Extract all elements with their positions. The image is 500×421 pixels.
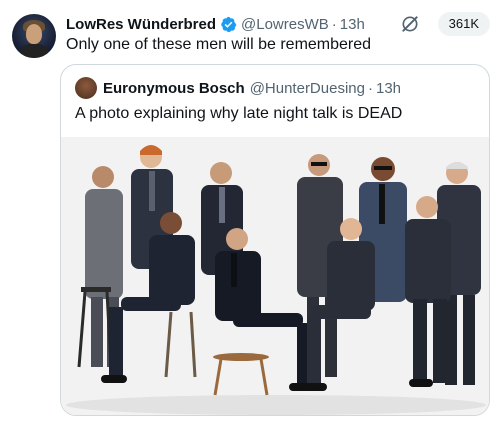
quoted-tweet-card[interactable]: Euronymous Bosch @HunterDuesing · 13h A … <box>60 64 490 416</box>
dot-separator: · <box>331 15 337 33</box>
quoted-author-handle[interactable]: @HunterDuesing <box>250 80 365 97</box>
verified-badge-icon <box>221 16 237 32</box>
tweet-text: Only one of these men will be remembered <box>66 36 372 53</box>
author-handle[interactable]: @LowresWB <box>241 16 329 33</box>
grok-icon[interactable] <box>400 14 420 34</box>
group-photo-illustration <box>61 137 489 415</box>
quoted-author-avatar[interactable] <box>75 77 97 99</box>
quoted-tweet-header: Euronymous Bosch @HunterDuesing · 13h <box>75 77 401 99</box>
quoted-tweet-timestamp[interactable]: 13h <box>376 80 401 97</box>
tweet-header: LowRes Wünderbred @LowresWB · 13h 361K <box>66 12 490 36</box>
views-count-badge[interactable]: 361K <box>437 12 490 36</box>
tweet-timestamp[interactable]: 13h <box>340 16 365 33</box>
author-avatar[interactable] <box>12 14 56 58</box>
quoted-author-display-name[interactable]: Euronymous Bosch <box>103 80 245 97</box>
author-display-name[interactable]: LowRes Wünderbred <box>66 16 216 33</box>
quoted-tweet-text: A photo explaining why late night talk i… <box>75 105 403 122</box>
group-photo[interactable] <box>61 137 489 415</box>
quoted-dot-separator: · <box>367 79 373 97</box>
